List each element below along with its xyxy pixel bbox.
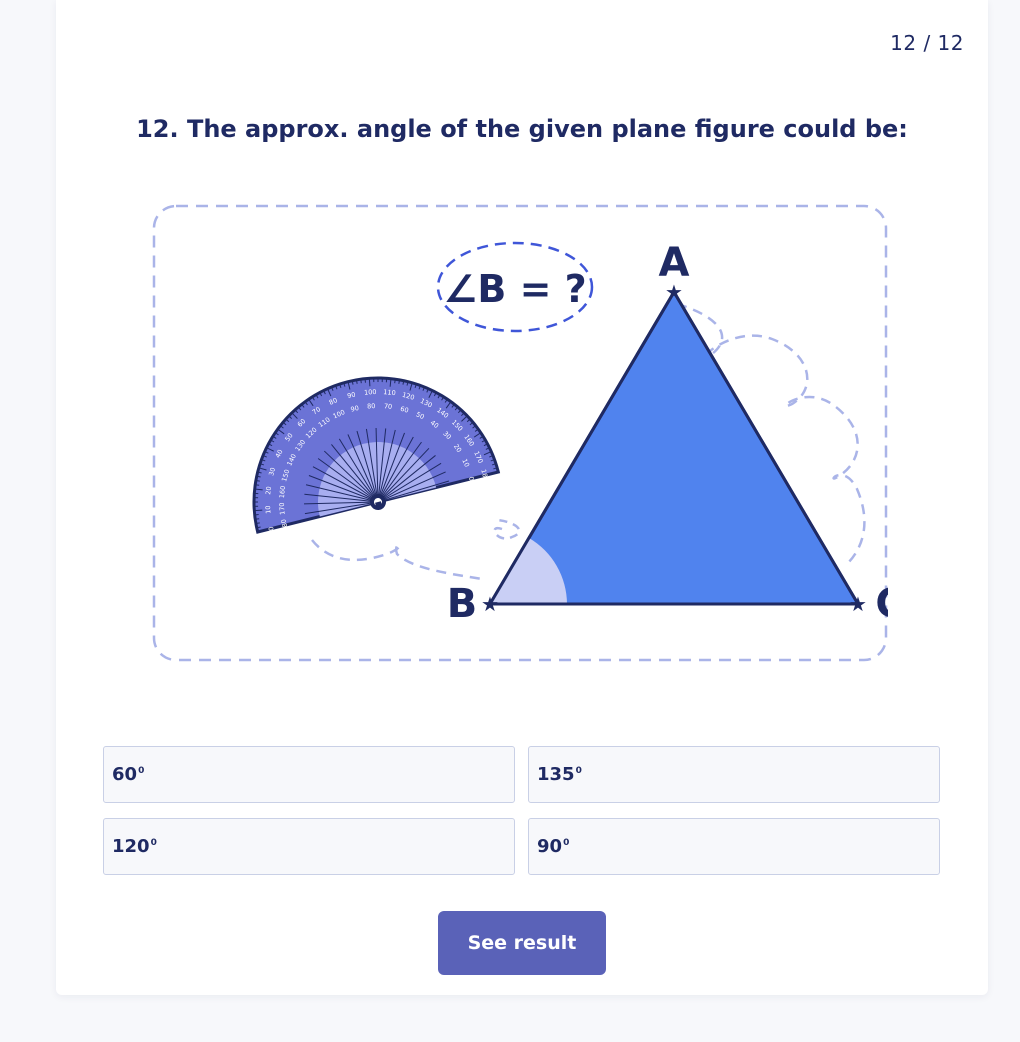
protractor-label: 10 bbox=[264, 505, 273, 514]
vertex-star-c: ★ bbox=[849, 592, 867, 616]
answer-option-3-value: 120 bbox=[112, 836, 150, 857]
vertex-label-a: A bbox=[659, 240, 690, 286]
vertex-star-b: ★ bbox=[481, 592, 499, 616]
vertex-label-b: B bbox=[447, 581, 478, 627]
answer-option-1-value: 60 bbox=[112, 764, 138, 785]
vertex-label-c: C bbox=[875, 581, 888, 627]
protractor-label: 80 bbox=[367, 402, 376, 411]
answer-option-4-value: 90 bbox=[537, 836, 563, 857]
angle-prompt-label: ∠B = ? bbox=[443, 267, 586, 311]
curl-decoration-left bbox=[311, 539, 483, 581]
protractor-label: 170 bbox=[278, 502, 287, 515]
question-counter: 12 / 12 bbox=[890, 31, 964, 55]
degree-symbol: 0 bbox=[150, 838, 157, 848]
degree-symbol: 0 bbox=[138, 766, 145, 776]
protractor-label: 70 bbox=[383, 402, 392, 411]
answer-option-4[interactable]: 900 bbox=[528, 818, 940, 875]
answer-option-2-value: 135 bbox=[537, 764, 575, 785]
answer-option-3[interactable]: 1200 bbox=[103, 818, 515, 875]
protractor-label: 110 bbox=[383, 388, 396, 397]
answer-option-2[interactable]: 1350 bbox=[528, 746, 940, 803]
degree-symbol: 0 bbox=[563, 838, 570, 848]
protractor-label: 20 bbox=[264, 486, 273, 495]
protractor-label: 180 bbox=[479, 468, 490, 482]
protractor-label: 0 bbox=[467, 476, 476, 482]
degree-symbol: 0 bbox=[575, 766, 582, 776]
quiz-card: 12 / 12 12. The approx. angle of the giv… bbox=[56, 0, 988, 995]
question-text: 12. The approx. angle of the given plane… bbox=[136, 115, 908, 143]
question-figure: ∠B = ? 0 10 20 30 40 50 60 70 80 90 100 110 120 130 14… bbox=[152, 204, 888, 662]
protractor-label: 100 bbox=[364, 388, 377, 397]
curl-decoration-b bbox=[493, 518, 521, 540]
protractor-image: 0102030405060708090 100 110 120130140150160… bbox=[252, 376, 501, 534]
answer-option-1[interactable]: 600 bbox=[103, 746, 515, 803]
protractor-label: 160 bbox=[278, 485, 287, 498]
see-result-button[interactable]: See result bbox=[438, 911, 606, 975]
